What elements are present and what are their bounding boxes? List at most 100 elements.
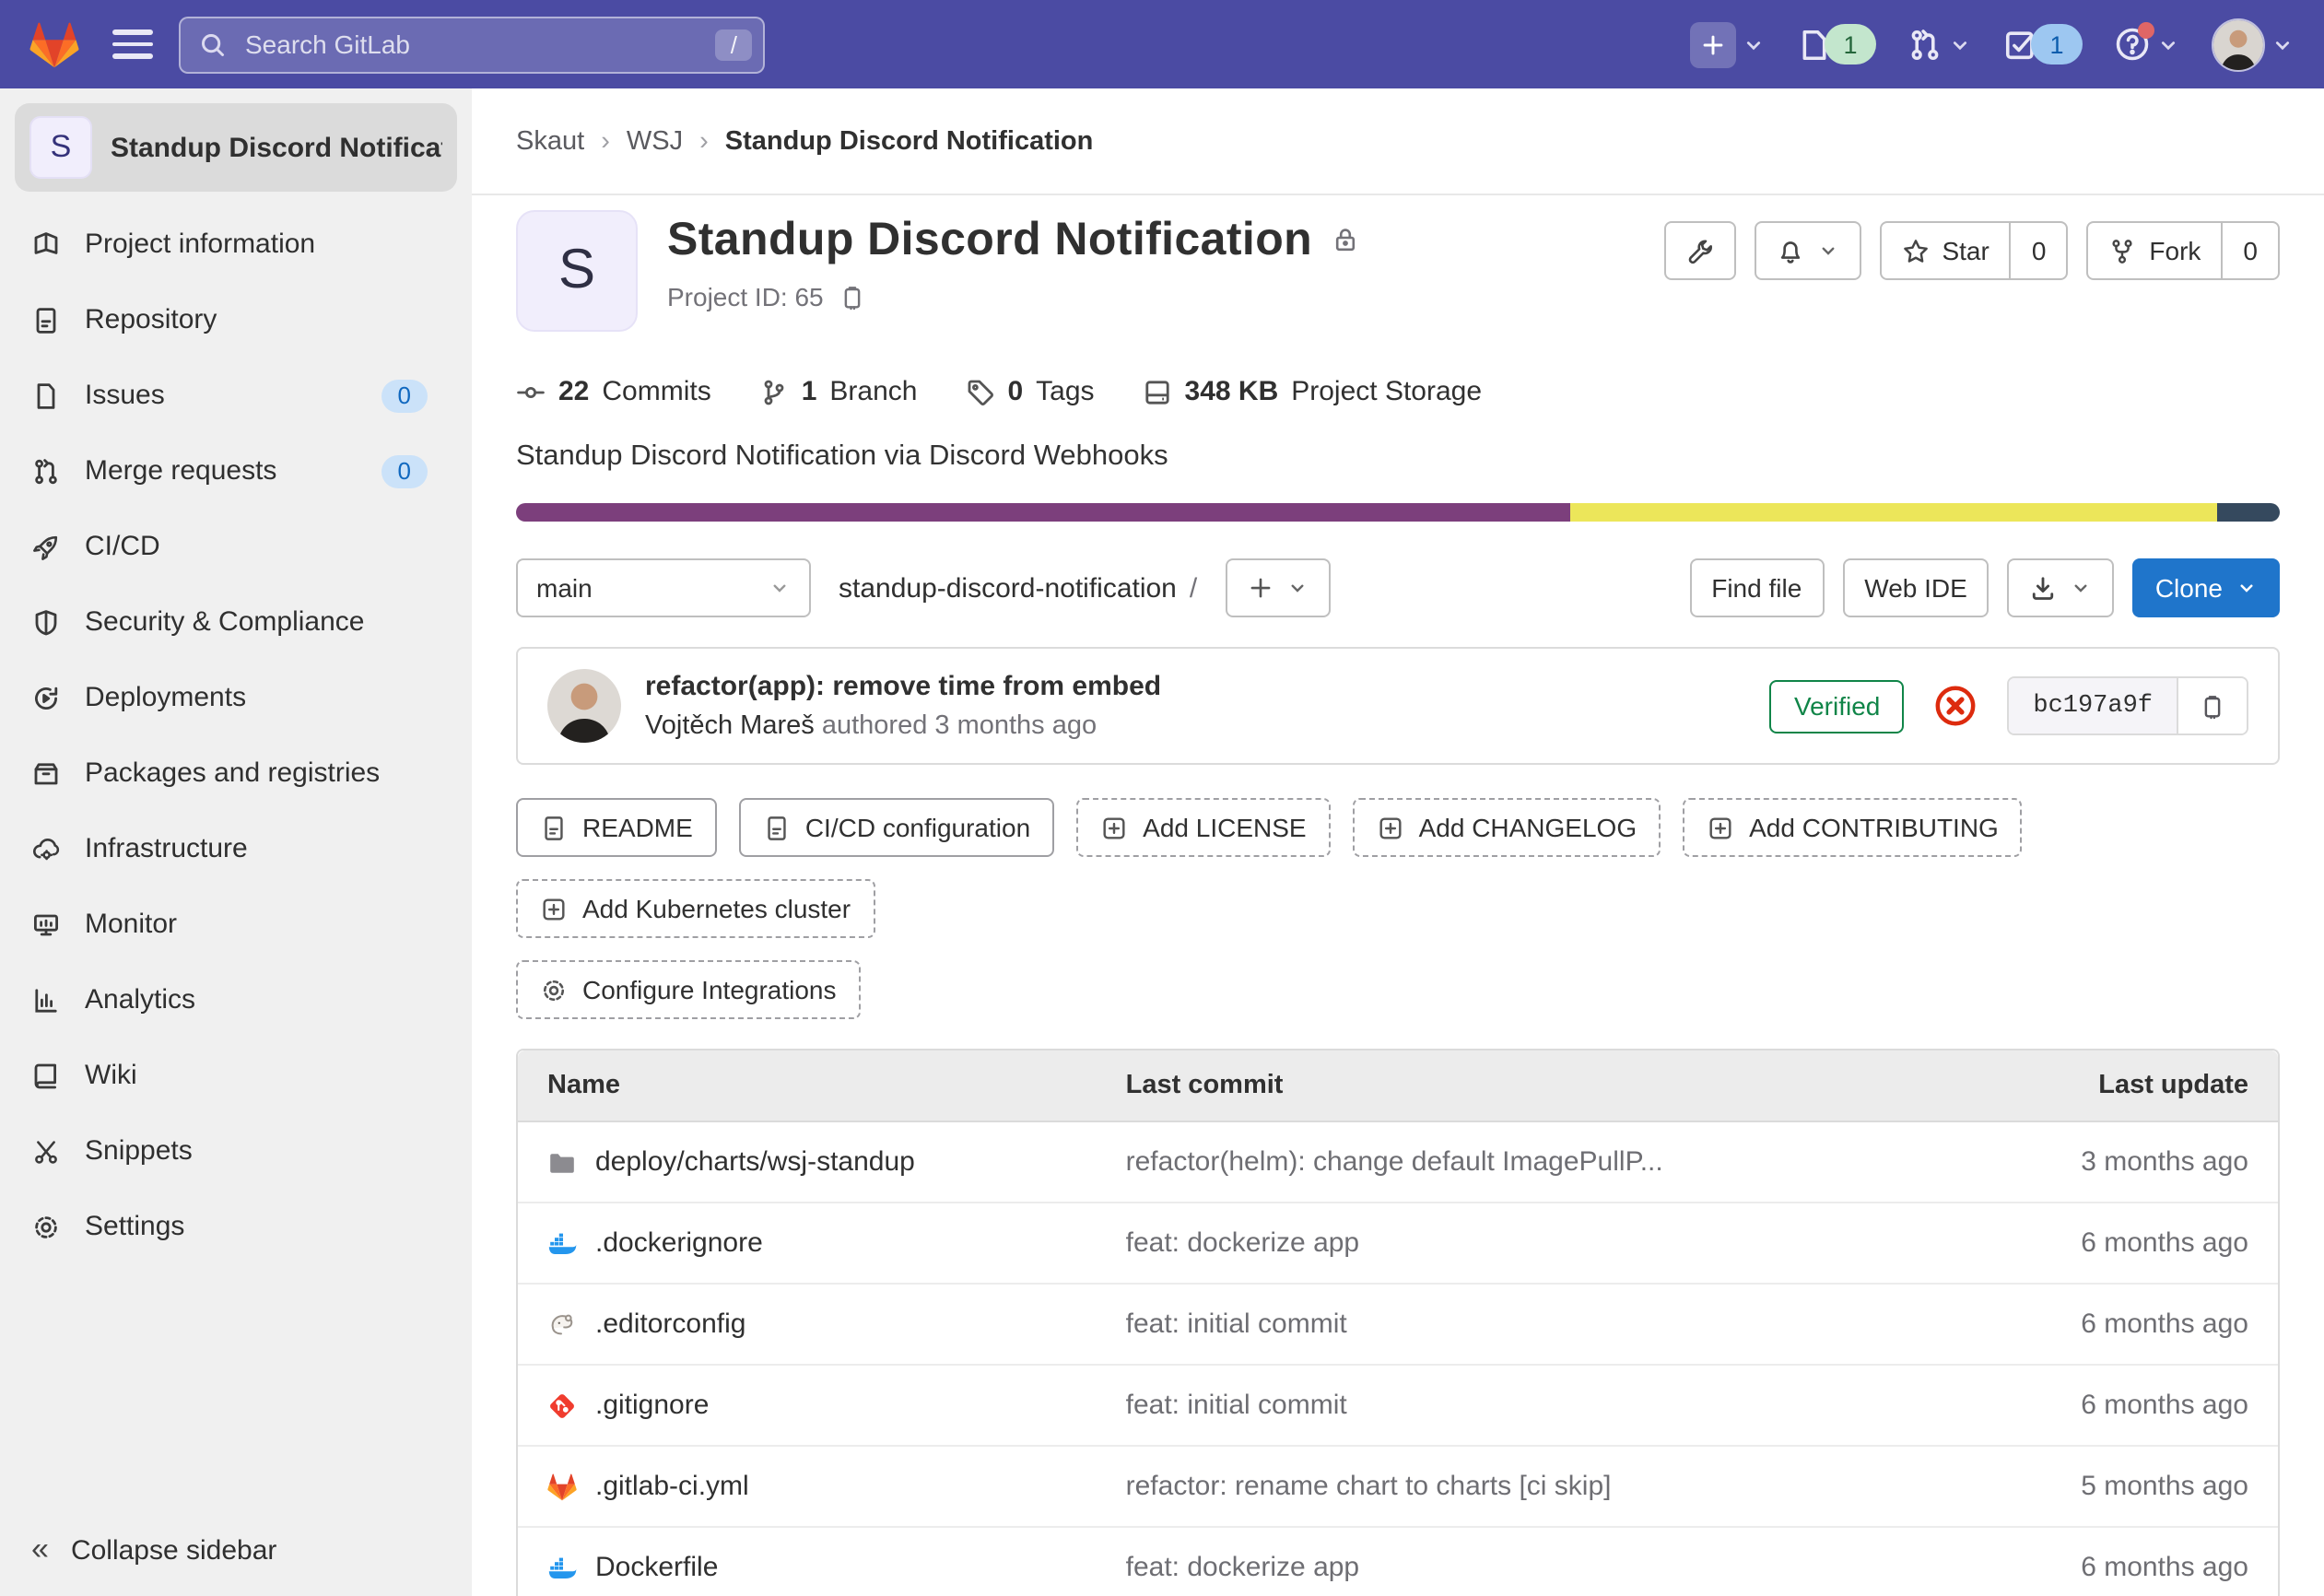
- menu-toggle-button[interactable]: [105, 17, 160, 72]
- sidebar-item-monitor[interactable]: Monitor: [0, 886, 472, 962]
- sidebar-item-settings[interactable]: Settings: [0, 1189, 472, 1264]
- scissors-icon: [31, 1136, 61, 1166]
- row-last-commit[interactable]: feat: dockerize app: [1126, 1227, 1972, 1259]
- download-button[interactable]: [2008, 558, 2115, 617]
- breadcrumb-subgroup-link[interactable]: WSJ: [627, 126, 683, 156]
- merge-request-icon: [31, 456, 61, 486]
- help-menu-button[interactable]: [2114, 26, 2180, 63]
- file-link[interactable]: .gitlab-ci.yml: [595, 1471, 749, 1502]
- sidebar-item-repository[interactable]: Repository: [0, 282, 472, 358]
- copy-sha-button[interactable]: [2178, 678, 2247, 733]
- clone-button[interactable]: Clone: [2133, 558, 2280, 617]
- sidebar-project-context[interactable]: S Standup Discord Notificati...: [15, 103, 457, 192]
- file-link[interactable]: deploy/charts/wsj-standup: [595, 1146, 915, 1178]
- gitlab-logo-icon[interactable]: [29, 19, 79, 69]
- table-row[interactable]: .editorconfig feat: initial commit 6 mon…: [518, 1285, 2278, 1366]
- table-row[interactable]: .dockerignore feat: dockerize app 6 mont…: [518, 1203, 2278, 1285]
- add-contributing-button[interactable]: Add CONTRIBUTING: [1683, 798, 2023, 857]
- find-file-button[interactable]: Find file: [1689, 558, 1824, 617]
- commit-title-link[interactable]: refactor(app): remove time from embed: [645, 671, 1161, 702]
- table-row[interactable]: Dockerfile feat: dockerize app 6 months …: [518, 1528, 2278, 1596]
- new-menu-button[interactable]: [1690, 21, 1766, 67]
- branch-selector[interactable]: main: [516, 558, 811, 617]
- sidebar-item-label: Merge requests: [85, 455, 276, 487]
- issues-shortcut-button[interactable]: 1: [1797, 24, 1876, 65]
- plus-square-icon: [1377, 814, 1404, 841]
- cicd-configuration-button[interactable]: CI/CD configuration: [739, 798, 1054, 857]
- add-license-button[interactable]: Add LICENSE: [1076, 798, 1330, 857]
- breadcrumb-current: Standup Discord Notification: [725, 126, 1094, 156]
- fork-button[interactable]: Fork 0: [2086, 221, 2280, 280]
- commit-author-avatar[interactable]: [547, 669, 621, 743]
- verified-badge[interactable]: Verified: [1770, 679, 1904, 733]
- row-last-commit[interactable]: refactor: rename chart to charts [ci ski…: [1126, 1471, 1972, 1502]
- sidebar-item-wiki[interactable]: Wiki: [0, 1038, 472, 1113]
- chart-icon: [31, 985, 61, 1015]
- branches-stat[interactable]: 1Branch: [759, 376, 918, 407]
- repo-path-root[interactable]: standup-discord-notification: [839, 572, 1177, 604]
- collapse-sidebar-button[interactable]: « Collapse sidebar: [31, 1531, 276, 1568]
- breadcrumb-group-link[interactable]: Skaut: [516, 126, 584, 156]
- global-search[interactable]: /: [179, 16, 765, 73]
- fork-icon: [2108, 237, 2136, 264]
- issues-count-badge: 1: [1825, 24, 1876, 65]
- sidebar-item-issues[interactable]: Issues 0: [0, 358, 472, 433]
- commits-stat[interactable]: 22Commits: [516, 376, 711, 407]
- commit-authored-time: authored 3 months ago: [822, 711, 1097, 741]
- sidebar-item-cicd[interactable]: CI/CD: [0, 509, 472, 584]
- chevron-down-icon: [1285, 577, 1308, 599]
- todos-shortcut-button[interactable]: 1: [2003, 24, 2083, 65]
- row-last-commit[interactable]: feat: initial commit: [1126, 1308, 1972, 1340]
- copy-project-id-icon[interactable]: [839, 283, 866, 311]
- file-link[interactable]: .dockerignore: [595, 1227, 763, 1259]
- tags-stat[interactable]: 0Tags: [965, 376, 1094, 407]
- branch-icon: [759, 377, 789, 406]
- readme-button[interactable]: README: [516, 798, 717, 857]
- sidebar-nav: Project information Repository Issues 0 …: [0, 206, 472, 1264]
- sidebar-item-merge-requests[interactable]: Merge requests 0: [0, 433, 472, 509]
- sidebar-item-label: Project information: [85, 229, 315, 260]
- sidebar-item-analytics[interactable]: Analytics: [0, 962, 472, 1038]
- add-changelog-button[interactable]: Add CHANGELOG: [1353, 798, 1661, 857]
- chevron-down-icon: [769, 577, 791, 599]
- add-to-tree-button[interactable]: [1225, 558, 1330, 617]
- top-navbar: / 1: [0, 0, 2324, 88]
- wrench-icon: [1685, 237, 1713, 264]
- configure-integrations-button[interactable]: Configure Integrations: [516, 960, 861, 1019]
- user-menu-button[interactable]: [2212, 18, 2295, 71]
- storage-stat[interactable]: 348 KBProject Storage: [1143, 376, 1483, 407]
- star-icon: [1901, 237, 1929, 264]
- row-last-commit[interactable]: feat: dockerize app: [1126, 1552, 1972, 1583]
- sidebar-item-packages-registries[interactable]: Packages and registries: [0, 735, 472, 811]
- star-button[interactable]: Star 0: [1879, 221, 2068, 280]
- pipeline-failed-icon[interactable]: [1933, 684, 1978, 728]
- file-link[interactable]: Dockerfile: [595, 1552, 718, 1583]
- sidebar-item-label: Repository: [85, 304, 217, 335]
- current-branch: main: [536, 573, 593, 603]
- user-avatar: [2212, 18, 2265, 71]
- merge-requests-menu-button[interactable]: [1907, 27, 1972, 62]
- row-last-commit[interactable]: feat: initial commit: [1126, 1390, 1972, 1421]
- add-kubernetes-cluster-button[interactable]: Add Kubernetes cluster: [516, 879, 874, 938]
- star-label: Star: [1942, 236, 1989, 265]
- plus-square-icon: [1707, 814, 1734, 841]
- table-row[interactable]: .gitlab-ci.yml refactor: rename chart to…: [518, 1447, 2278, 1528]
- search-input[interactable]: [241, 28, 701, 61]
- file-link[interactable]: .editorconfig: [595, 1308, 745, 1340]
- column-last-commit: Last commit: [1126, 1071, 1972, 1100]
- row-last-commit[interactable]: refactor(helm): change default ImagePull…: [1126, 1146, 1972, 1178]
- sidebar-item-deployments[interactable]: Deployments: [0, 660, 472, 735]
- admin-wrench-button[interactable]: [1663, 221, 1735, 280]
- sidebar-item-security-compliance[interactable]: Security & Compliance: [0, 584, 472, 660]
- commit-author-link[interactable]: Vojtěch Mareš: [645, 711, 815, 741]
- language-bar[interactable]: [516, 503, 2280, 522]
- table-row[interactable]: .gitignore feat: initial commit 6 months…: [518, 1366, 2278, 1447]
- notifications-button[interactable]: [1754, 221, 1860, 280]
- table-row[interactable]: deploy/charts/wsj-standup refactor(helm)…: [518, 1122, 2278, 1203]
- sidebar-item-snippets[interactable]: Snippets: [0, 1113, 472, 1189]
- file-link[interactable]: .gitignore: [595, 1390, 709, 1421]
- web-ide-button[interactable]: Web IDE: [1842, 558, 1989, 617]
- sidebar-item-label: Deployments: [85, 682, 246, 713]
- sidebar-item-project-information[interactable]: Project information: [0, 206, 472, 282]
- sidebar-item-infrastructure[interactable]: Infrastructure: [0, 811, 472, 886]
